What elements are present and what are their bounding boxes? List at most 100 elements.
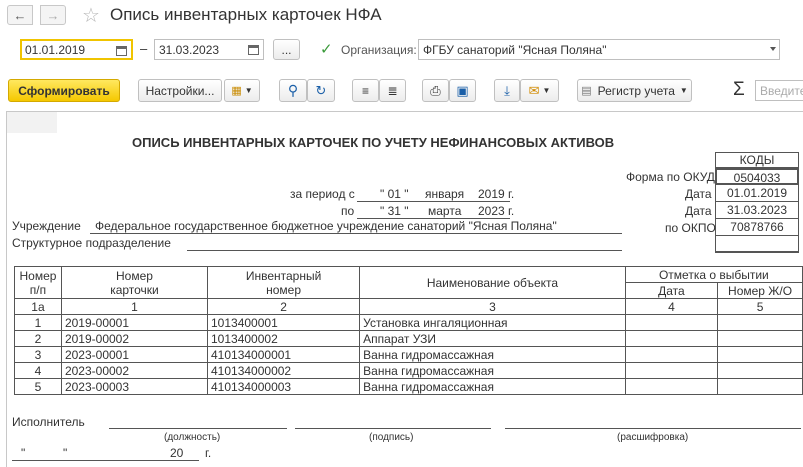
period-to-day: " 31 " (380, 204, 409, 218)
subdivision-underline (187, 250, 622, 251)
find-next-button[interactable]: ↻ (307, 79, 335, 102)
period-to-year: 2023 (478, 204, 505, 218)
row-date (624, 330, 719, 347)
organization-checkbox-icon[interactable]: ✓ (320, 40, 333, 58)
organization-field[interactable]: ФГБУ санаторий "Ясная Поляна" (418, 39, 780, 60)
preview-button[interactable]: ▣ (449, 79, 476, 102)
register-button[interactable]: ▤ Регистр учета ▼ (577, 79, 692, 102)
executor-label: Исполнитель (12, 415, 85, 429)
row-card: 2019-00001 (60, 314, 209, 331)
date-underline (12, 460, 199, 461)
table-row[interactable]: 5 2023-00003 410134000003 Ванна гидромас… (14, 378, 803, 395)
collapse-groups-button[interactable]: ≣ (379, 79, 406, 102)
row-name: Установка ингаляционная (359, 314, 626, 331)
column-number: 1а (14, 298, 62, 315)
generate-button[interactable]: Сформировать (8, 79, 120, 102)
row-date (624, 378, 719, 395)
row-number: 3 (14, 346, 62, 363)
settings-button[interactable]: Настройки... (138, 79, 222, 102)
period-to-label: по (341, 204, 355, 218)
row-inv: 410134000002 (206, 362, 361, 379)
preview-icon: ▣ (456, 82, 469, 98)
row-date (624, 362, 719, 379)
arrow-left-icon: ← (13, 7, 27, 23)
column-numbers-row: 1а 1 2 3 4 5 (14, 298, 803, 315)
sum-icon[interactable]: Σ (733, 79, 745, 101)
date-from-field[interactable]: 01.01.2019 (20, 39, 133, 60)
date-range-dash: – (140, 41, 148, 56)
column-number: 4 (624, 298, 719, 315)
organization-value: ФГБУ санаторий "Ясная Поляна" (423, 43, 607, 57)
calendar-icon[interactable] (112, 42, 130, 59)
table-row[interactable]: 1 2019-00001 1013400001 Установка ингаля… (14, 314, 803, 331)
institution-label: Учреждение (12, 219, 81, 233)
date-value-2: 31.03.2023 (715, 202, 799, 219)
signature-underline (295, 428, 491, 429)
variants-icon: ▦ (231, 85, 242, 97)
print-button[interactable]: ⎙ (422, 79, 449, 102)
row-name: Ванна гидромассажная (359, 362, 626, 379)
chevron-down-icon[interactable] (770, 47, 776, 51)
forward-button[interactable]: → (40, 5, 66, 25)
sheet-corner (7, 112, 57, 133)
period-from-month: января (425, 187, 465, 201)
register-icon: ▤ (581, 85, 592, 97)
row-jo (717, 362, 803, 379)
date-to-field[interactable]: 31.03.2023 (154, 39, 264, 60)
decode-caption: (расшифровка) (617, 432, 689, 443)
favorite-star-icon[interactable]: ☆ (82, 3, 100, 28)
envelope-icon: ✉ (528, 82, 540, 98)
institution-value: Федеральное государственное бюджетное уч… (95, 219, 557, 233)
date-from-value: 01.01.2019 (25, 43, 86, 57)
row-jo (717, 314, 803, 331)
okpo-value: 70878766 (715, 219, 799, 236)
institution-underline (90, 233, 622, 234)
date-label-1: Дата (685, 187, 712, 201)
row-inv: 1013400002 (206, 330, 361, 347)
signature-caption: (подпись) (369, 432, 414, 443)
column-number: 3 (359, 298, 626, 315)
window-title: Опись инвентарных карточек НФА (110, 5, 382, 24)
register-label: Регистр учета (597, 83, 675, 98)
table-row[interactable]: 2 2019-00002 1013400002 Аппарат УЗИ (14, 330, 803, 347)
send-email-button[interactable]: ✉ ▼ (520, 79, 559, 102)
date-year: 20 (170, 446, 184, 460)
row-inv: 1013400001 (206, 314, 361, 331)
header-inv: Инвентарный номер (206, 266, 361, 299)
table-row[interactable]: 4 2023-00002 410134000002 Ванна гидромас… (14, 362, 803, 379)
chevron-down-icon: ▼ (244, 86, 253, 95)
row-number: 5 (14, 378, 62, 395)
printer-icon: ⎙ (430, 82, 441, 98)
decode-underline (505, 428, 801, 429)
expand-icon: ≡ (361, 83, 369, 98)
header-num: Номер п/п (14, 266, 62, 299)
report-sheet: ОПИСЬ ИНВЕНТАРНЫХ КАРТОЧЕК ПО УЧЕТУ НЕФИ… (6, 111, 803, 467)
find-button[interactable]: ⚲ (279, 79, 307, 102)
period-to-month: марта (428, 204, 462, 218)
date-suffix: г. (205, 446, 212, 460)
save-button[interactable]: ⤓ (494, 79, 520, 102)
row-date (624, 346, 719, 363)
variant-button[interactable]: ▦ ▼ (224, 79, 260, 102)
date-to-value: 31.03.2023 (159, 43, 220, 57)
row-jo (717, 378, 803, 395)
period-from-underline (357, 201, 510, 202)
row-number: 1 (14, 314, 62, 331)
header-date: Дата (624, 282, 719, 299)
search-input[interactable]: Введите (755, 80, 803, 101)
row-jo (717, 346, 803, 363)
row-card: 2023-00001 (60, 346, 209, 363)
expand-groups-button[interactable]: ≡ (352, 79, 379, 102)
calendar-icon[interactable] (244, 41, 262, 58)
download-icon: ⤓ (504, 82, 510, 98)
back-button[interactable]: ← (7, 5, 33, 25)
header-card: Номер карточки (60, 266, 209, 299)
header-name: Наименование объекта (359, 266, 626, 299)
date-quote-close: " (63, 446, 68, 460)
period-select-button[interactable]: ... (273, 39, 300, 60)
organization-label: Организация: (341, 43, 417, 57)
row-jo (717, 330, 803, 347)
table-row[interactable]: 3 2023-00001 410134000001 Ванна гидромас… (14, 346, 803, 363)
position-caption: (должность) (164, 432, 221, 443)
chevron-down-icon: ▼ (679, 86, 688, 95)
